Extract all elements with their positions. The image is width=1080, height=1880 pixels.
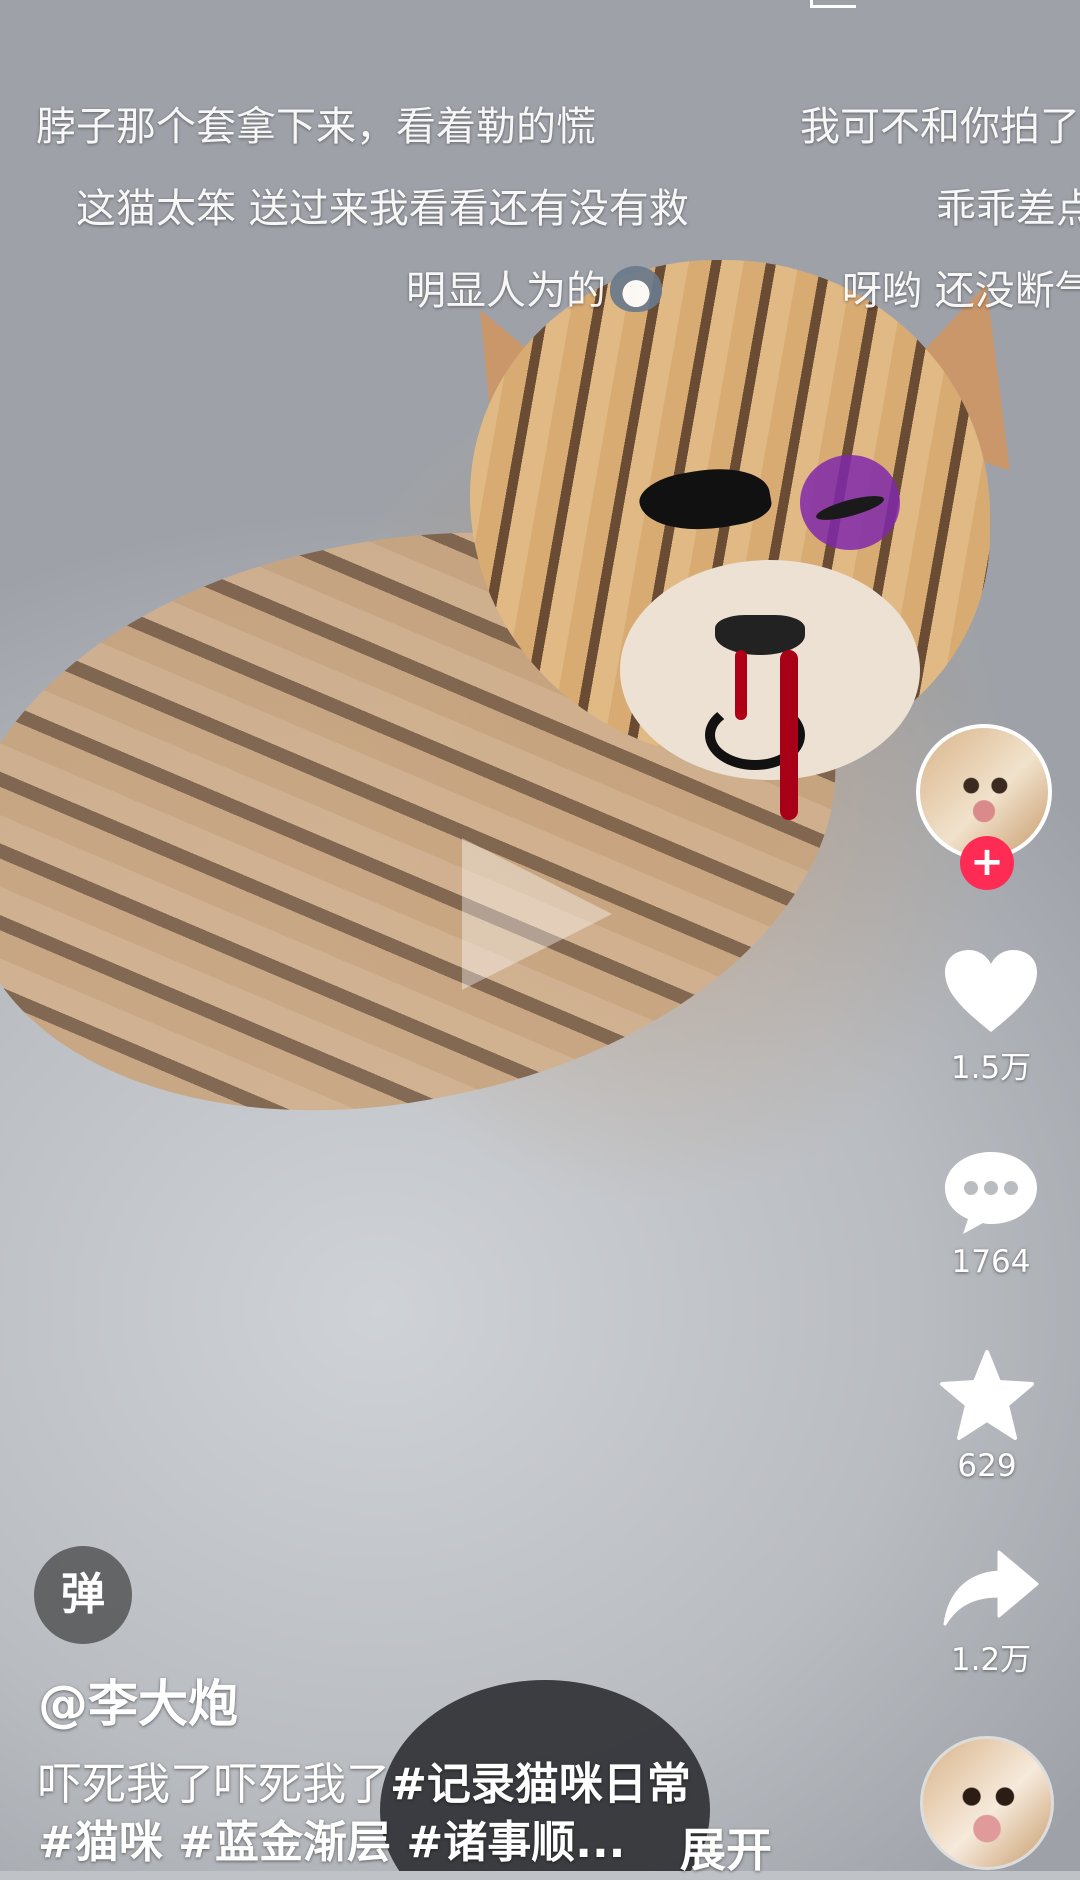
star-icon bbox=[940, 1350, 1034, 1440]
danmaku-comment: 这猫太笨 送过来我看看还有没有救 bbox=[76, 186, 689, 232]
danmaku-toggle-button[interactable]: 弹 bbox=[34, 1546, 132, 1644]
wolf-face-emoji-icon bbox=[610, 266, 662, 312]
hashtag[interactable]: #记录猫咪日常 bbox=[390, 1759, 691, 1810]
play-icon[interactable] bbox=[462, 838, 612, 990]
favorite-button[interactable]: 629 bbox=[912, 1348, 1062, 1484]
like-count: 1.5万 bbox=[950, 1050, 1032, 1086]
expand-caption-button[interactable]: 展开 bbox=[680, 1814, 772, 1880]
like-button[interactable]: 1.5万 bbox=[916, 946, 1066, 1087]
blood-drip-effect bbox=[735, 650, 747, 720]
share-button[interactable]: 1.2万 bbox=[916, 1548, 1066, 1679]
comment-button[interactable]: 1764 bbox=[916, 1146, 1066, 1280]
danmaku-text: 明显人为的 bbox=[406, 268, 606, 314]
music-disc-avatar[interactable] bbox=[920, 1736, 1054, 1870]
caption-text: 吓死我了吓死我了 bbox=[38, 1759, 390, 1810]
danmaku-comment: 呀哟 还没断气 bbox=[842, 268, 1080, 314]
comment-count: 1764 bbox=[951, 1244, 1031, 1280]
danmaku-comment: 明显人为的 bbox=[406, 258, 662, 316]
author-name[interactable]: @李大炮 bbox=[38, 1664, 238, 1736]
blood-drip-effect bbox=[780, 650, 798, 820]
share-count: 1.2万 bbox=[950, 1642, 1032, 1678]
kitten-nose bbox=[715, 615, 805, 655]
comment-bubble-icon bbox=[945, 1152, 1037, 1234]
follow-plus-button[interactable]: + bbox=[960, 836, 1014, 890]
danmaku-comment: 乖乖差点 bbox=[936, 186, 1080, 232]
hashtag-line[interactable]: #猫咪 #蓝金渐层 #诸事顺... bbox=[38, 1817, 625, 1868]
favorite-count: 629 bbox=[957, 1448, 1017, 1484]
danmaku-comment: 脖子那个套拿下来，看着勒的慌 bbox=[36, 104, 596, 150]
danmaku-comment: 我可不和你拍了 bbox=[800, 104, 1080, 150]
top-indicator bbox=[810, 0, 856, 8]
heart-icon bbox=[945, 950, 1037, 1032]
share-arrow-icon bbox=[943, 1550, 1039, 1626]
